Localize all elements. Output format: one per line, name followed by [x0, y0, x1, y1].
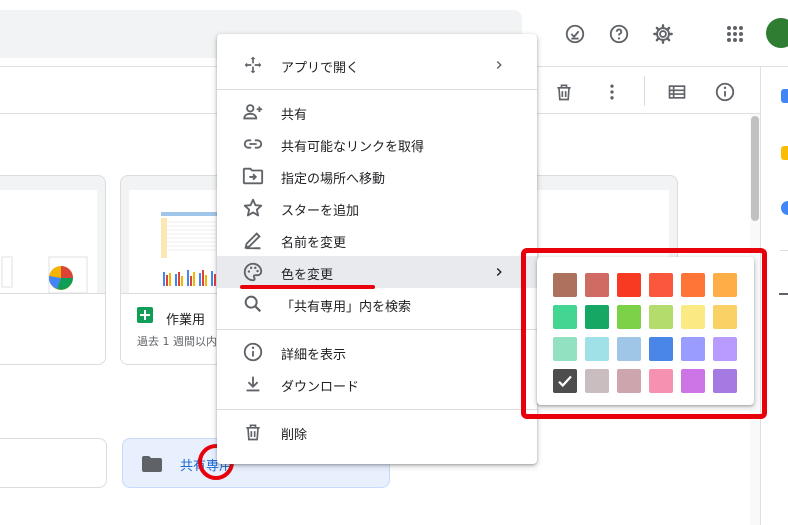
calendar-addon-icon[interactable]	[781, 89, 788, 103]
side-panel-divider	[780, 250, 788, 251]
menu-item-label: 指定の場所へ移動	[281, 172, 386, 187]
menu-item-search-in[interactable]: 「共有専用」内を検索	[217, 288, 537, 320]
chevron-right-icon	[487, 53, 511, 77]
menu-item-add-star[interactable]: スターを追加	[217, 192, 537, 224]
menu-item-details[interactable]: 詳細を表示	[217, 336, 537, 368]
download-icon	[241, 372, 265, 396]
menu-item-label: 名前を変更	[281, 236, 347, 251]
folder-icon	[141, 455, 163, 477]
pencil-icon	[241, 228, 265, 252]
palette-icon	[241, 260, 265, 284]
chevron-right-icon	[487, 260, 511, 284]
annotation-box	[521, 248, 767, 419]
menu-item-rename[interactable]: 名前を変更	[217, 224, 537, 256]
menu-item-label: 共有可能なリンクを取得	[281, 140, 425, 155]
add-addon-icon[interactable]	[779, 293, 788, 295]
context-menu: アプリで開く 共有 共有可能なリンクを取得 指定の場所へ移動 スターを追加 名前…	[217, 34, 537, 464]
menu-item-label: アプリで開く	[281, 61, 360, 76]
keep-addon-icon[interactable]	[781, 146, 788, 160]
trash-icon[interactable]	[552, 80, 576, 104]
file-modified: 過去 1 週間以内	[137, 335, 217, 348]
menu-item-label: 共有	[281, 108, 308, 123]
menu-item-label: 「共有専用」内を検索	[281, 300, 412, 315]
open-with-icon	[241, 53, 265, 77]
move-to-folder-icon	[241, 164, 265, 188]
avatar[interactable]	[766, 18, 788, 48]
menu-item-label: 詳細を表示	[281, 348, 347, 363]
list-view-icon[interactable]	[665, 80, 689, 104]
file-card[interactable]	[0, 175, 106, 365]
menu-item-label: スターを追加	[281, 204, 360, 219]
link-icon	[241, 132, 265, 156]
folder-tile[interactable]	[0, 438, 107, 488]
file-title: 作業用	[166, 313, 206, 328]
menu-item-move-to[interactable]: 指定の場所へ移動	[217, 160, 537, 192]
menu-item-label: 削除	[281, 428, 308, 443]
scrollbar-thumb[interactable]	[751, 116, 759, 221]
search-icon	[241, 292, 265, 316]
menu-item-label: ダウンロード	[281, 380, 360, 395]
menu-separator	[217, 329, 537, 330]
menu-item-change-color[interactable]: 色を変更	[217, 256, 537, 288]
task-check-icon[interactable]	[563, 22, 587, 46]
tasks-addon-icon[interactable]	[781, 201, 788, 215]
menu-item-share[interactable]: 共有	[217, 96, 537, 128]
info-icon[interactable]	[713, 80, 737, 104]
menu-separator	[217, 409, 537, 410]
menu-item-get-link[interactable]: 共有可能なリンクを取得	[217, 128, 537, 160]
menu-item-delete[interactable]: 削除	[217, 416, 537, 448]
file-card-footer	[0, 293, 105, 364]
person-add-icon	[241, 100, 265, 124]
info-icon	[241, 340, 265, 364]
menu-item-download[interactable]: ダウンロード	[217, 368, 537, 400]
star-icon	[241, 196, 265, 220]
more-vert-icon[interactable]	[600, 80, 624, 104]
help-icon[interactable]	[607, 22, 631, 46]
toolbar-divider	[644, 76, 645, 106]
settings-gear-icon[interactable]	[651, 22, 675, 46]
file-thumbnail	[0, 190, 97, 294]
trash-icon	[241, 420, 265, 444]
menu-item-label: 色を変更	[281, 268, 334, 283]
menu-item-open-with[interactable]: アプリで開く	[217, 49, 537, 81]
apps-grid-icon[interactable]	[723, 22, 747, 46]
annotation-underline	[240, 285, 375, 289]
sheets-icon	[137, 307, 153, 323]
menu-separator	[217, 89, 537, 90]
